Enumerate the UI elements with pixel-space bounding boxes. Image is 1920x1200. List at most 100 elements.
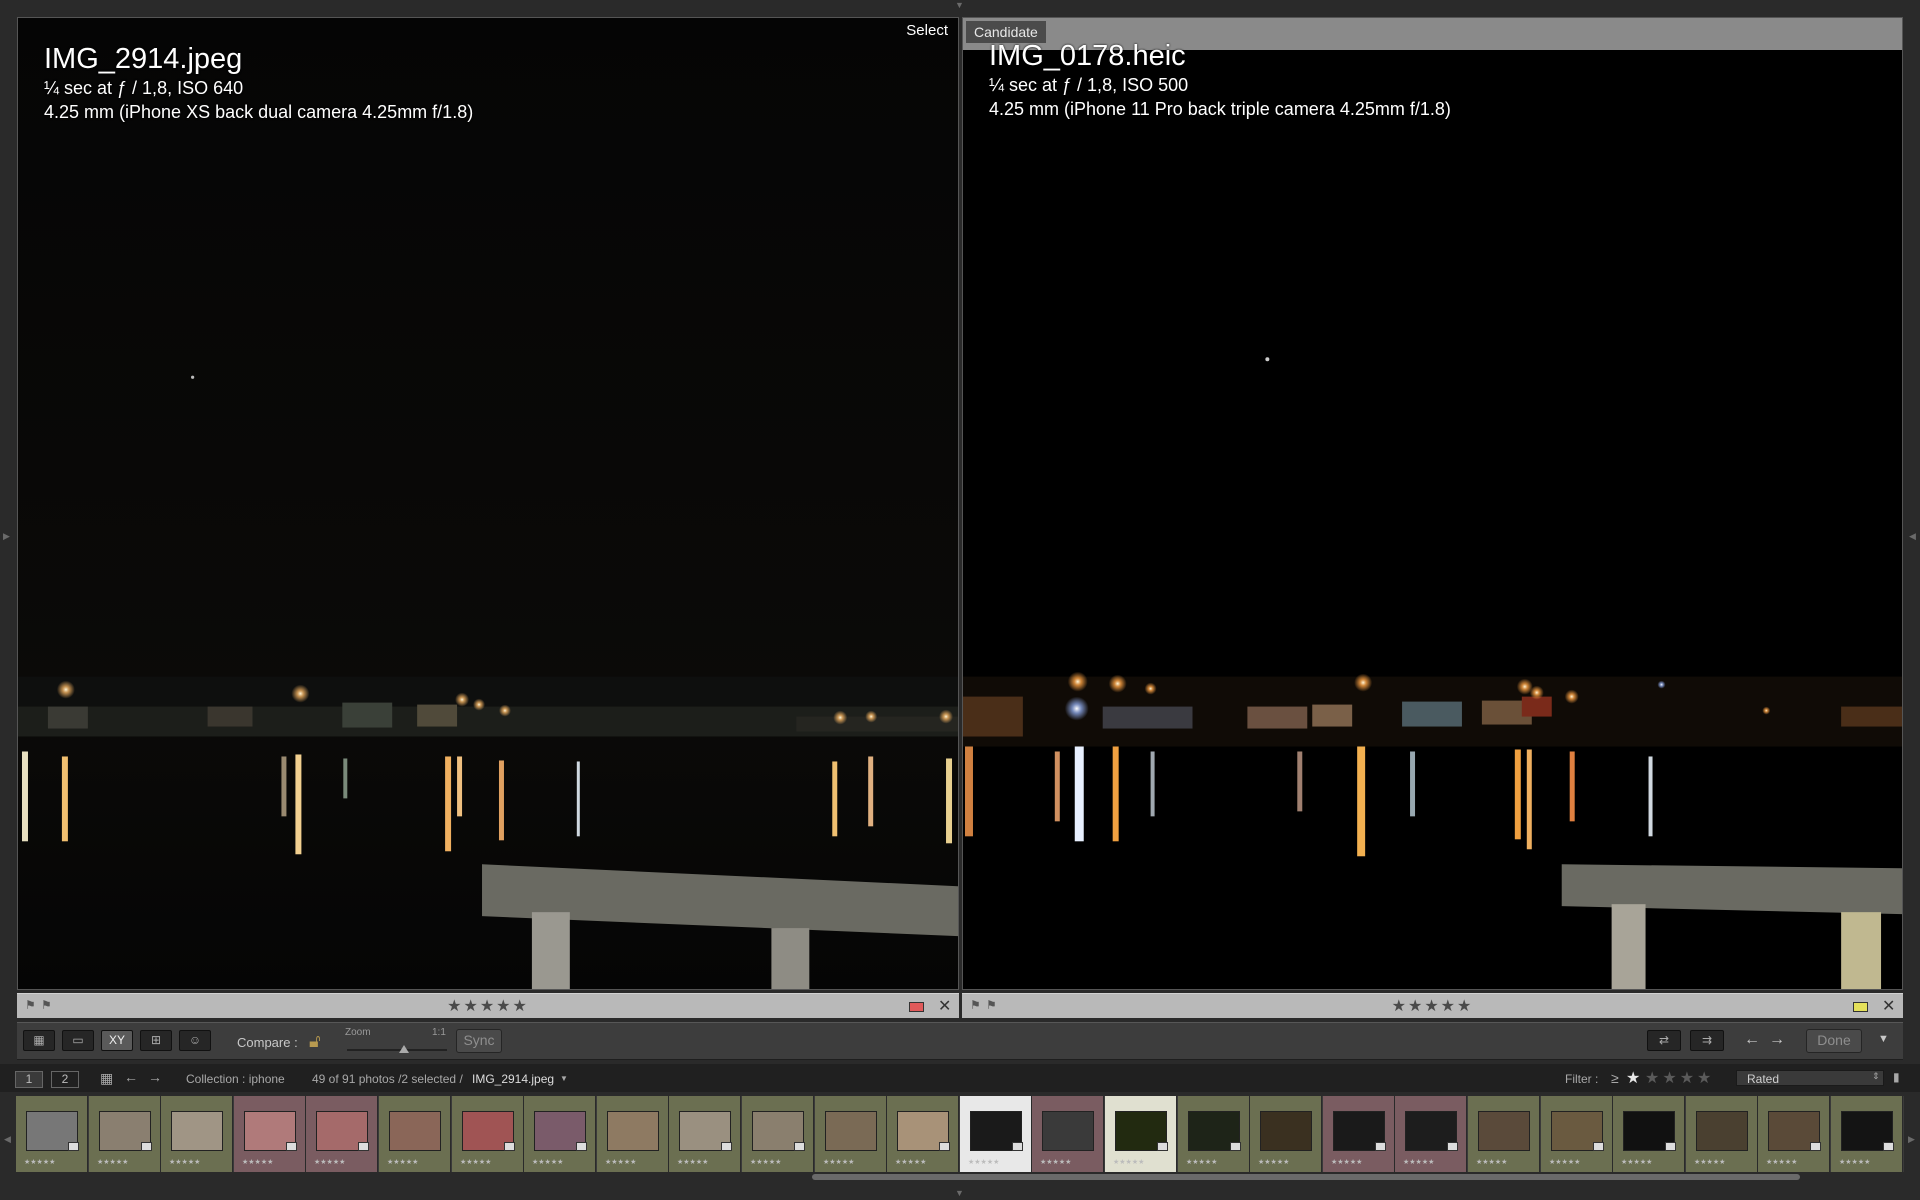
filmstrip-thumbnail[interactable]: ★★★★★: [887, 1096, 959, 1172]
filmstrip-thumbnail[interactable]: ★★★★★: [742, 1096, 814, 1172]
select-color-label[interactable]: [909, 1002, 924, 1012]
filmstrip-grid-icon[interactable]: ▦: [100, 1070, 113, 1087]
bottom-panel-toggle-icon[interactable]: ▼: [955, 1189, 964, 1198]
compare-view-button[interactable]: XY: [101, 1030, 133, 1051]
filter-lock-icon[interactable]: ▮: [1893, 1070, 1900, 1084]
filmstrip-scrollbar[interactable]: [812, 1174, 1800, 1180]
filter-select-chevron-icon[interactable]: ⇕: [1872, 1071, 1880, 1082]
thumbnail-stars: ★★★★★: [1040, 1159, 1072, 1166]
filmstrip-thumbnail[interactable]: ★★★★★: [960, 1096, 1032, 1172]
survey-view-button[interactable]: ⊞: [140, 1030, 172, 1051]
candidate-color-label[interactable]: [1853, 1002, 1868, 1012]
toolbar: ▦ ▭ XY ⊞ ☺ Compare : 🔓︎ Zoom 1:1 Sync ⇄ …: [17, 1022, 1903, 1060]
filmstrip-thumbnail[interactable]: ★★★★★: [1323, 1096, 1395, 1172]
thumbnail-stars: ★★★★★: [968, 1159, 1000, 1166]
thumbnail-image: [1478, 1111, 1530, 1151]
candidate-close-icon[interactable]: ✕: [1882, 996, 1895, 1016]
filmstrip-thumbnail[interactable]: ★★★★★: [1105, 1096, 1177, 1172]
candidate-photo-pane[interactable]: Candidate IMG_0178.heic ¼ sec at ƒ / 1,8…: [962, 17, 1903, 990]
secondary-display-button[interactable]: 2: [51, 1071, 79, 1088]
edited-badge-icon: [1447, 1142, 1458, 1151]
filmstrip-thumbnail[interactable]: ★★★★★: [1686, 1096, 1758, 1172]
file-dropdown-chevron-icon[interactable]: ▼: [560, 1074, 568, 1083]
select-exposure: ¼ sec at ƒ / 1,8, ISO 640: [44, 78, 244, 98]
thumbnail-stars: ★★★★★: [605, 1159, 637, 1166]
filter-empty-stars-icon[interactable]: ★★★★: [1645, 1068, 1714, 1088]
select-rating-stars[interactable]: ★★★★★: [17, 996, 959, 1016]
candidate-rating-stars[interactable]: ★★★★★: [962, 996, 1903, 1016]
candidate-photo-info: IMG_0178.heic ¼ sec at ƒ / 1,8, ISO 500 …: [989, 39, 1451, 121]
filmstrip-thumbnail[interactable]: ★★★★★: [597, 1096, 669, 1172]
edited-badge-icon: [68, 1142, 79, 1151]
filmstrip[interactable]: ★★★★★ ★★★★★ ★★★★★ ★★★★★ ★★★★★ ★★★★★ ★★★★★ ★★★★★…: [16, 1096, 1904, 1172]
filmstrip-thumbnail[interactable]: ★★★★★: [161, 1096, 233, 1172]
make-select-icon: ⇉: [1701, 1033, 1713, 1047]
filmstrip-thumbnail[interactable]: ★★★★★: [306, 1096, 378, 1172]
sync-button[interactable]: Sync: [456, 1029, 502, 1053]
edited-badge-icon: [504, 1142, 515, 1151]
people-view-button[interactable]: ☺: [179, 1030, 211, 1051]
thumbnail-stars: ★★★★★: [1549, 1159, 1581, 1166]
filter-operator[interactable]: ≥: [1611, 1070, 1619, 1086]
filmstrip-thumbnail[interactable]: ★★★★★: [669, 1096, 741, 1172]
filmstrip-thumbnail[interactable]: ★★★★★: [1178, 1096, 1250, 1172]
right-panel-toggle-icon[interactable]: ◀: [1909, 532, 1916, 541]
filmstrip-thumbnail[interactable]: ★★★★★: [1395, 1096, 1467, 1172]
select-close-icon[interactable]: ✕: [938, 996, 951, 1016]
loupe-view-button[interactable]: ▭: [62, 1030, 94, 1051]
filmstrip-thumbnail[interactable]: ★★★★★: [1250, 1096, 1322, 1172]
swap-icon: ⇄: [1658, 1033, 1670, 1047]
thumbnail-stars: ★★★★★: [1186, 1159, 1218, 1166]
toolbar-menu-chevron-icon[interactable]: ▼: [1878, 1033, 1889, 1045]
filmstrip-thumbnail[interactable]: ★★★★★: [524, 1096, 596, 1172]
thumbnail-image: [1696, 1111, 1748, 1151]
thumbnail-image: [1042, 1111, 1094, 1151]
done-button[interactable]: Done: [1806, 1029, 1862, 1053]
left-panel-toggle-icon[interactable]: ▶: [3, 532, 10, 541]
filmstrip-thumbnail[interactable]: ★★★★★: [89, 1096, 161, 1172]
lock-icon[interactable]: 🔓︎: [309, 1031, 321, 1052]
filmstrip-thumbnail[interactable]: ★★★★★: [234, 1096, 306, 1172]
swap-button[interactable]: ⇄: [1647, 1030, 1681, 1051]
thumbnail-stars: ★★★★★: [169, 1159, 201, 1166]
filmstrip-thumbnail[interactable]: ★★★★★: [16, 1096, 88, 1172]
filter-preset-select[interactable]: Rated: [1736, 1070, 1884, 1086]
back-arrow-icon[interactable]: ←: [124, 1069, 138, 1085]
filmstrip-thumbnail[interactable]: ★★★★★: [452, 1096, 524, 1172]
make-select-button[interactable]: ⇉: [1690, 1030, 1724, 1051]
filter-label: Filter :: [1565, 1072, 1599, 1086]
filmstrip-thumbnail[interactable]: ★★★★★: [1613, 1096, 1685, 1172]
current-file-dropdown[interactable]: IMG_2914.jpeg: [472, 1072, 554, 1086]
thumbnail-stars: ★★★★★: [1839, 1159, 1871, 1166]
thumbnail-stars: ★★★★★: [387, 1159, 419, 1166]
filmstrip-right-arrow-icon[interactable]: ▶: [1908, 1135, 1915, 1144]
next-arrow-icon[interactable]: →: [1769, 1031, 1785, 1049]
thumbnail-stars: ★★★★★: [1113, 1159, 1145, 1166]
filmstrip-thumbnail[interactable]: ★★★★★: [1758, 1096, 1830, 1172]
select-photo-pane[interactable]: IMG_2914.jpeg ¼ sec at ƒ / 1,8, ISO 640 …: [17, 17, 959, 990]
filmstrip-thumbnail[interactable]: ★★★★★: [1541, 1096, 1613, 1172]
thumbnail-image: [825, 1111, 877, 1151]
zoom-slider-thumb[interactable]: [399, 1045, 409, 1053]
filmstrip-thumbnail[interactable]: ★★★★★: [1032, 1096, 1104, 1172]
select-photo-image: [18, 18, 958, 989]
filmstrip-thumbnail[interactable]: ★★★★★: [379, 1096, 451, 1172]
thumbnail-stars: ★★★★★: [460, 1159, 492, 1166]
zoom-slider-track[interactable]: [347, 1049, 447, 1051]
edited-badge-icon: [576, 1142, 587, 1151]
grid-view-button[interactable]: ▦: [23, 1030, 55, 1051]
filmstrip-thumbnail[interactable]: ★★★★★: [815, 1096, 887, 1172]
grid-icon: ▦: [33, 1033, 45, 1047]
filter-star-icon[interactable]: ★: [1626, 1068, 1640, 1088]
edited-badge-icon: [1157, 1142, 1168, 1151]
edited-badge-icon: [1230, 1142, 1241, 1151]
top-panel-toggle-icon[interactable]: ▼: [955, 1, 964, 10]
thumbnail-stars: ★★★★★: [677, 1159, 709, 1166]
forward-arrow-icon[interactable]: →: [148, 1069, 162, 1085]
filmstrip-thumbnail[interactable]: ★★★★★: [1468, 1096, 1540, 1172]
filmstrip-left-arrow-icon[interactable]: ◀: [4, 1135, 11, 1144]
filmstrip-thumbnail[interactable]: ★★★★★: [1831, 1096, 1903, 1172]
primary-display-button[interactable]: 1: [15, 1071, 43, 1088]
previous-arrow-icon[interactable]: ←: [1744, 1031, 1760, 1049]
collection-label[interactable]: Collection : iphone: [186, 1072, 285, 1086]
